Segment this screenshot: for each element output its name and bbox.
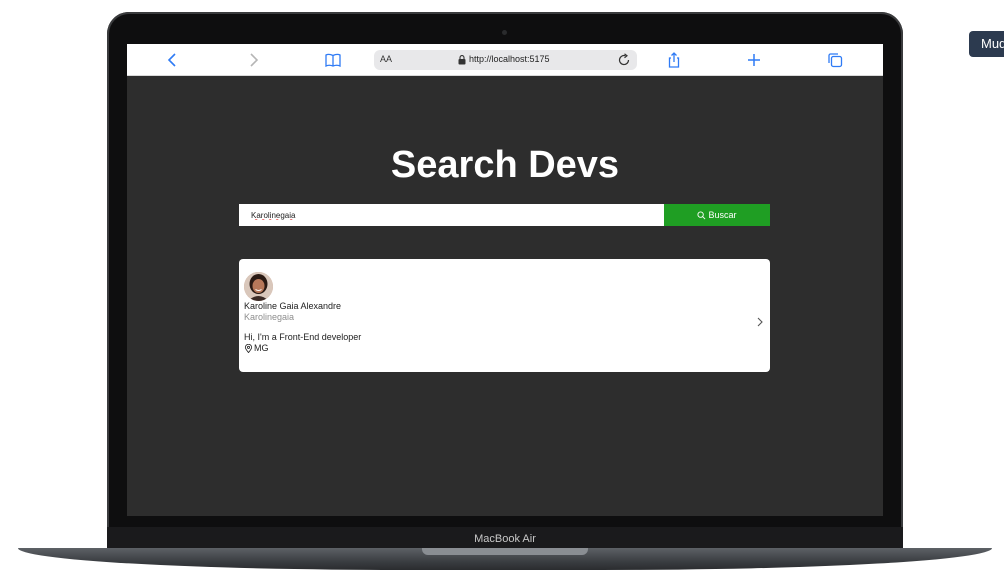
text-size-button[interactable]: AA [380, 54, 392, 64]
lock-icon [458, 55, 466, 65]
share-icon[interactable] [666, 52, 682, 68]
corner-button[interactable]: Mudar [969, 31, 1004, 57]
camera [502, 30, 507, 35]
safari-toolbar: AA http://localhost:5175 [127, 44, 883, 76]
reload-icon[interactable] [617, 53, 631, 67]
dev-name: Karoline Gaia Alexandre [244, 301, 342, 311]
tabs-overview-icon[interactable] [827, 52, 843, 68]
address-bar[interactable]: AA http://localhost:5175 [374, 50, 637, 70]
forward-icon[interactable] [245, 52, 261, 68]
dev-username: Karolinegaia [244, 312, 295, 322]
page-title: Search Devs [390, 144, 620, 186]
browser-screen: AA http://localhost:5175 Search Devs Kar… [127, 44, 883, 516]
location-pin-icon [244, 343, 253, 353]
avatar [244, 272, 273, 301]
search-icon [697, 210, 706, 219]
back-icon[interactable] [165, 52, 181, 68]
dev-bio: Hi, I'm a Front-End developer [244, 332, 362, 342]
new-tab-icon[interactable] [746, 52, 762, 68]
device-brand: MacBook Air [474, 533, 536, 545]
laptop-base [18, 548, 992, 570]
search-input[interactable] [239, 204, 664, 226]
search-button-label: Buscar [708, 210, 737, 220]
dev-location: MG [244, 343, 269, 353]
laptop-notch [422, 548, 588, 555]
dev-location-text: MG [254, 343, 269, 353]
dev-result-card[interactable]: Karoline Gaia Alexandre Karolinegaia Hi,… [239, 259, 770, 372]
url-text: http://localhost:5175 [469, 54, 550, 64]
laptop-chin: MacBook Air [107, 527, 903, 550]
chevron-right-icon [757, 317, 763, 327]
bookmarks-icon[interactable] [325, 52, 341, 68]
search-button[interactable]: Buscar [664, 204, 770, 226]
